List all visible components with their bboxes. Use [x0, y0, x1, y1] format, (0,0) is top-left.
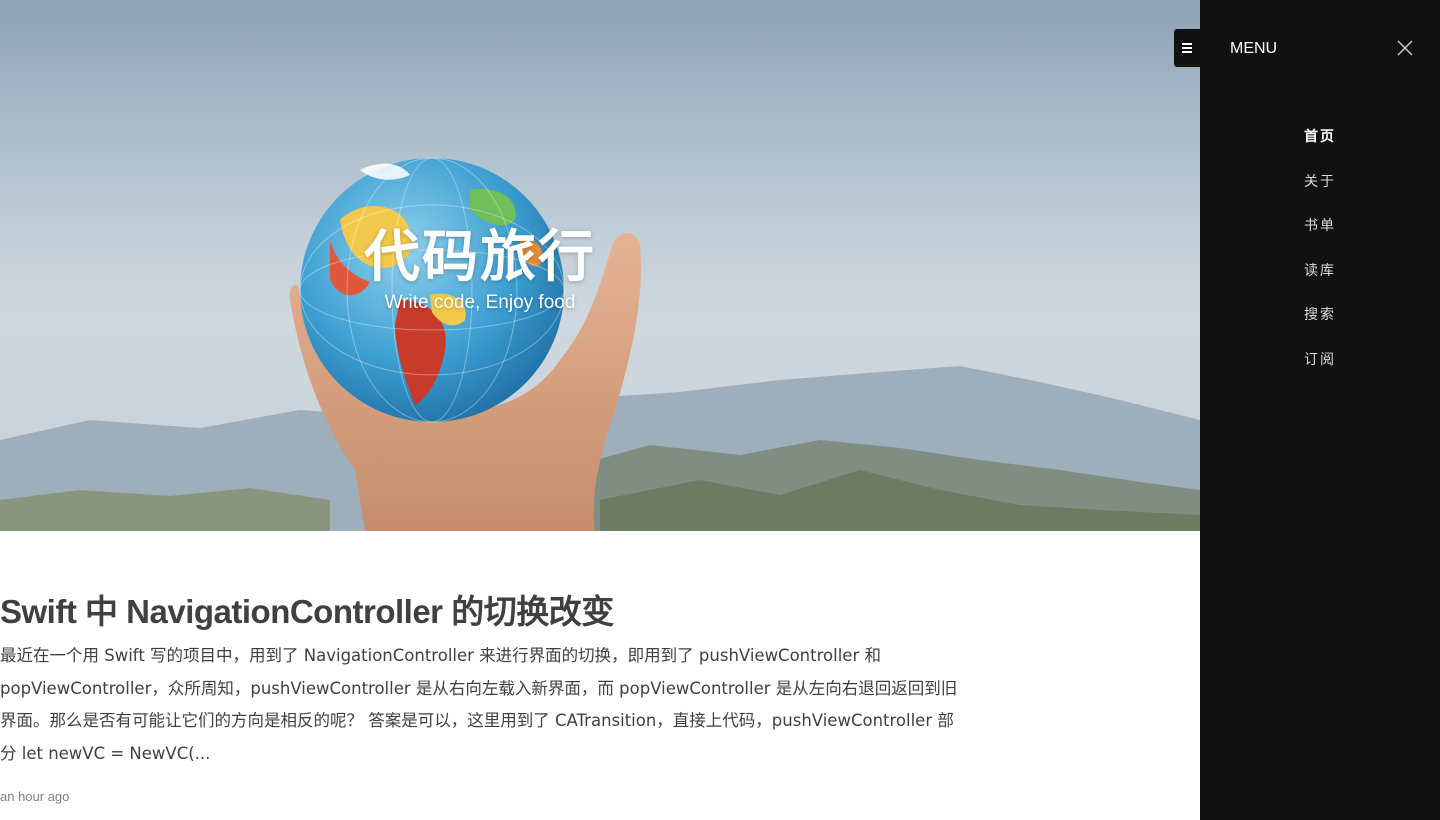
post-title-link[interactable]: Swift 中 NavigationController 的切换改变 [0, 585, 614, 633]
sidebar-item-library[interactable]: 读库 [1304, 261, 1336, 306]
close-icon[interactable] [1396, 39, 1414, 57]
site-subtitle: Write code, Enjoy food [384, 292, 576, 313]
sidebar-item-subscribe[interactable]: 订阅 [1304, 350, 1336, 395]
sidebar-item-search[interactable]: 搜索 [1304, 305, 1336, 350]
sidebar-item-home[interactable]: 首页 [1304, 127, 1336, 172]
menu-toggle-button[interactable] [1174, 29, 1200, 67]
sidebar-title: MENU [1230, 40, 1278, 57]
hamburger-icon [1182, 41, 1192, 55]
post-preview: Swift 中 NavigationController 的切换改变 最近在一个… [0, 531, 1200, 820]
hero-banner: 代码旅行 Write code, Enjoy food [0, 0, 1200, 531]
sidebar-nav: 首页 关于 书单 读库 搜索 订阅 [1304, 127, 1336, 395]
site-title: 代码旅行 [364, 225, 596, 290]
sidebar-item-about[interactable]: 关于 [1304, 172, 1336, 217]
sidebar-item-booklist[interactable]: 书单 [1304, 216, 1336, 261]
post-excerpt: 最近在一个用 Swift 写的项目中，用到了 NavigationControl… [0, 646, 958, 763]
post-timestamp: an hour ago [0, 789, 70, 804]
sidebar-menu: MENU 首页 关于 书单 读库 搜索 订阅 [1200, 0, 1440, 820]
